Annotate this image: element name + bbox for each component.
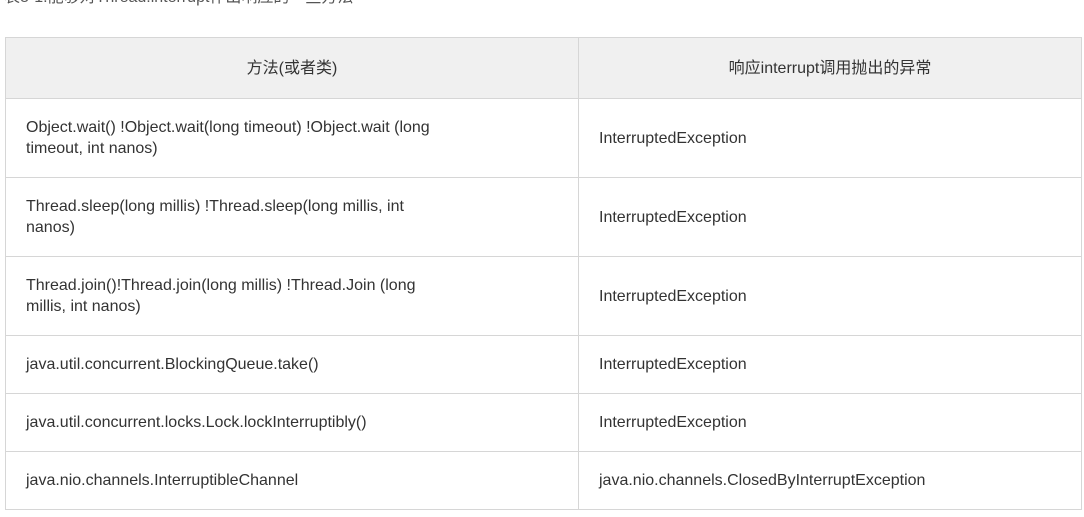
table-row: Thread.sleep(long millis) !Thread.sleep(… <box>5 177 1082 257</box>
method-cell: Object.wait() !Object.wait(long timeout)… <box>5 98 579 178</box>
column-header-exception: 响应interrupt调用抛出的异常 <box>578 37 1082 99</box>
method-cell: Thread.sleep(long millis) !Thread.sleep(… <box>5 177 579 257</box>
exception-cell: InterruptedException <box>578 98 1082 178</box>
table-row: java.util.concurrent.locks.Lock.lockInte… <box>5 393 1082 452</box>
exception-cell: InterruptedException <box>578 335 1082 394</box>
method-text: java.util.concurrent.BlockingQueue.take(… <box>26 356 319 373</box>
method-cell: Thread.join()!Thread.join(long millis) !… <box>5 256 579 336</box>
method-text: Thread.join()!Thread.join(long millis) !… <box>26 277 416 315</box>
method-cell: java.util.concurrent.BlockingQueue.take(… <box>5 335 579 394</box>
table-row: Thread.join()!Thread.join(long millis) !… <box>5 256 1082 336</box>
method-text: java.util.concurrent.locks.Lock.lockInte… <box>26 414 367 431</box>
method-cell: java.nio.channels.InterruptibleChannel <box>5 451 579 510</box>
table-caption: 表8-1.能够对Thread.interrupt作出响应的一些方法 <box>4 0 353 8</box>
method-text: java.nio.channels.InterruptibleChannel <box>26 472 299 489</box>
exception-cell: InterruptedException <box>578 256 1082 336</box>
method-cell: java.util.concurrent.locks.Lock.lockInte… <box>5 393 579 452</box>
table-row: java.util.concurrent.BlockingQueue.take(… <box>5 335 1082 394</box>
exception-cell: java.nio.channels.ClosedByInterruptExcep… <box>578 451 1082 510</box>
method-text: Object.wait() !Object.wait(long timeout)… <box>26 119 430 157</box>
interrupt-methods-table: 方法(或者类) 响应interrupt调用抛出的异常 Object.wait()… <box>5 37 1082 510</box>
table-header-row: 方法(或者类) 响应interrupt调用抛出的异常 <box>5 37 1082 99</box>
exception-cell: InterruptedException <box>578 393 1082 452</box>
table-row: java.nio.channels.InterruptibleChannel j… <box>5 451 1082 510</box>
table-row: Object.wait() !Object.wait(long timeout)… <box>5 98 1082 178</box>
column-header-method: 方法(或者类) <box>5 37 579 99</box>
exception-cell: InterruptedException <box>578 177 1082 257</box>
method-text: Thread.sleep(long millis) !Thread.sleep(… <box>26 198 404 236</box>
